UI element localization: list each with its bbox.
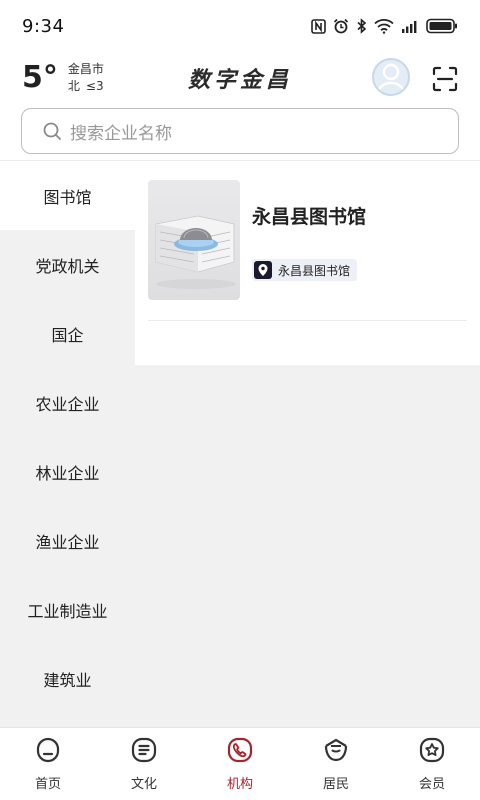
sidebar-item-label: 林业企业 [35, 463, 100, 483]
temperature: 5° [22, 60, 58, 95]
sidebar-item-label: 渔业企业 [35, 532, 100, 552]
location-tag-text: 永昌县图书馆 [278, 263, 351, 278]
nfc-icon [311, 18, 326, 34]
sidebar-item-label: 农业企业 [35, 394, 100, 414]
library-building-icon [155, 215, 236, 289]
member-icon [419, 737, 445, 763]
alarm-icon [333, 18, 349, 34]
culture-icon [131, 737, 157, 763]
wind-level: ≤3 [85, 79, 104, 93]
tab-residents[interactable]: 居民 [288, 728, 384, 800]
organization-name: 永昌县图书馆 [252, 206, 367, 228]
tab-label: 机构 [226, 777, 253, 792]
organization-list: 永昌县图书馆 永昌县图书馆 [135, 161, 480, 727]
category-sidebar: 图书馆 党政机关 国企 农业企业 林业企业 渔业企业 工业制造业 建筑业 [0, 161, 135, 727]
institution-icon [227, 737, 253, 763]
battery-icon [426, 18, 457, 34]
search-icon [43, 122, 61, 140]
sidebar-item-label: 国企 [51, 325, 84, 345]
tab-label: 会员 [418, 777, 445, 792]
tab-institution[interactable]: 机构 [192, 728, 288, 800]
search-bar[interactable]: 搜索企业名称 [21, 108, 459, 154]
sidebar-item-party-government[interactable]: 党政机关 [0, 230, 135, 299]
avatar[interactable] [372, 58, 410, 96]
sidebar-item-manufacturing[interactable]: 工业制造业 [0, 575, 135, 644]
search-input[interactable]: 搜索企业名称 [70, 119, 172, 144]
tab-label: 文化 [130, 777, 157, 792]
tab-label: 居民 [322, 777, 349, 792]
weather-meta: 金昌市 北 ≤3 [68, 61, 104, 95]
app-header: 5° 金昌市 北 ≤3 数字金昌 [0, 52, 480, 106]
weather-widget[interactable]: 5° 金昌市 北 ≤3 [22, 60, 104, 96]
sidebar-item-label: 建筑业 [43, 670, 92, 690]
organization-info: 永昌县图书馆 永昌县图书馆 [252, 180, 366, 320]
status-bar: 9:34 [0, 0, 480, 52]
sidebar-item-label: 图书馆 [43, 187, 92, 207]
sidebar-item-label: 工业制造业 [27, 601, 108, 621]
sidebar-item-library[interactable]: 图书馆 [0, 161, 135, 230]
sidebar-item-label: 党政机关 [35, 256, 100, 276]
list-item[interactable]: 永昌县图书馆 永昌县图书馆 [148, 180, 467, 320]
item-divider [148, 320, 467, 321]
status-time: 9:34 [22, 15, 65, 37]
scan-icon[interactable] [432, 66, 458, 92]
sidebar-item-fishery[interactable]: 渔业企业 [0, 506, 135, 575]
sidebar-item-agriculture[interactable]: 农业企业 [0, 368, 135, 437]
organization-card: 永昌县图书馆 永昌县图书馆 [135, 161, 480, 365]
tab-member[interactable]: 会员 [384, 728, 480, 800]
home-icon [36, 737, 60, 763]
sidebar-item-construction[interactable]: 建筑业 [0, 644, 135, 713]
sidebar-item-state-enterprise[interactable]: 国企 [0, 299, 135, 368]
signal-icon [402, 20, 417, 33]
location-pin-icon [254, 261, 272, 279]
wifi-icon [374, 19, 394, 34]
tab-culture[interactable]: 文化 [96, 728, 192, 800]
city-name: 金昌市 [67, 62, 104, 76]
tab-label: 首页 [34, 777, 61, 792]
location-tag: 永昌县图书馆 [252, 259, 358, 281]
library-building-image [148, 180, 240, 300]
sidebar-item-forestry[interactable]: 林业企业 [0, 437, 135, 506]
user-avatar-icon [375, 63, 407, 94]
wind-direction: 北 [67, 79, 80, 93]
tab-home[interactable]: 首页 [0, 728, 96, 800]
bottom-tab-bar: 首页 文化 机构 居民 会员 [0, 727, 480, 800]
bluetooth-icon [357, 18, 367, 34]
wind-info: 北 ≤3 [68, 78, 104, 95]
status-icons [311, 18, 458, 34]
residents-icon [324, 738, 348, 762]
